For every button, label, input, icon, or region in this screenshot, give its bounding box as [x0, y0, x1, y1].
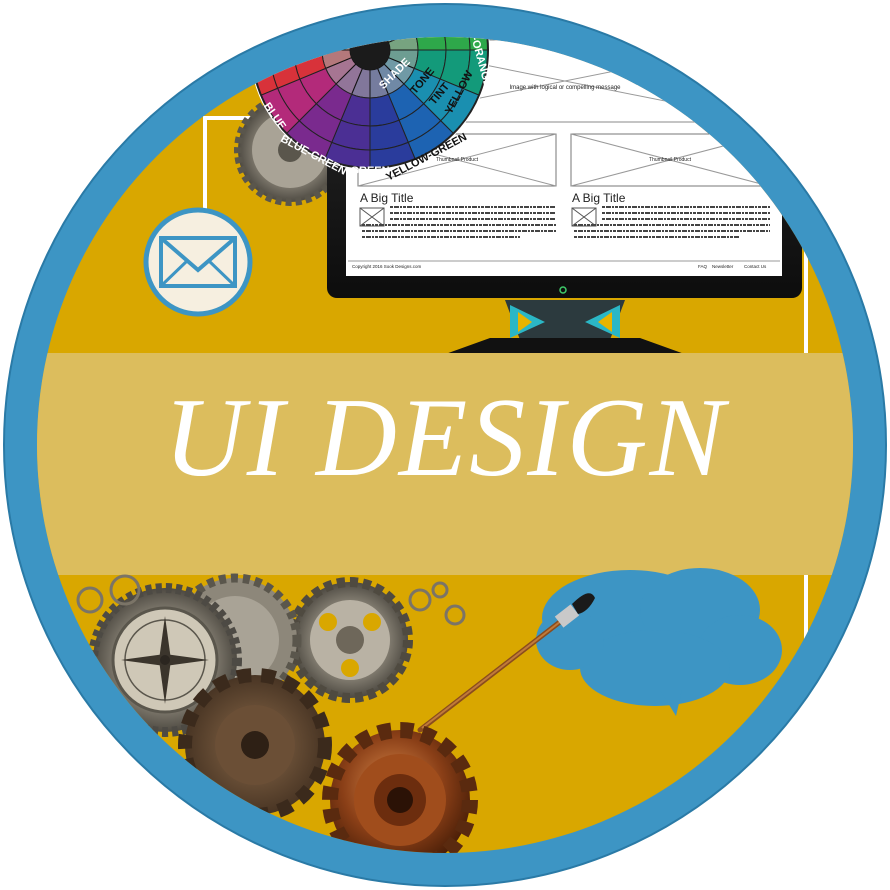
color-wheel-segment [278, 0, 317, 21]
gear-icon [287, 577, 413, 703]
footer-copyright: Copyright 2016 Sook Designs.com [352, 264, 422, 269]
card-1-image-caption: Thumbnail Product [436, 157, 479, 163]
footer-link-contact[interactable]: Contact Us [744, 264, 767, 269]
card-1-title: A Big Title [360, 191, 414, 205]
footer-link-faq[interactable]: FAQ [698, 264, 708, 269]
color-wheel-segment [341, 0, 370, 6]
color-wheel-segment [316, 0, 351, 16]
color-wheel-segment [261, 0, 299, 12]
footer-link-newsletter[interactable]: Newsletter [712, 264, 734, 269]
hero-caption: Image with logical or compelling message [509, 85, 621, 91]
card-2-image-caption: Thumbnail Product [649, 157, 692, 163]
banner-title: UI DESIGN [163, 376, 727, 500]
color-wheel-segment [370, 0, 399, 6]
wheel-label-green: GREEN [350, 165, 389, 177]
envelope-icon [143, 207, 253, 317]
card-2-title: A Big Title [572, 191, 626, 205]
